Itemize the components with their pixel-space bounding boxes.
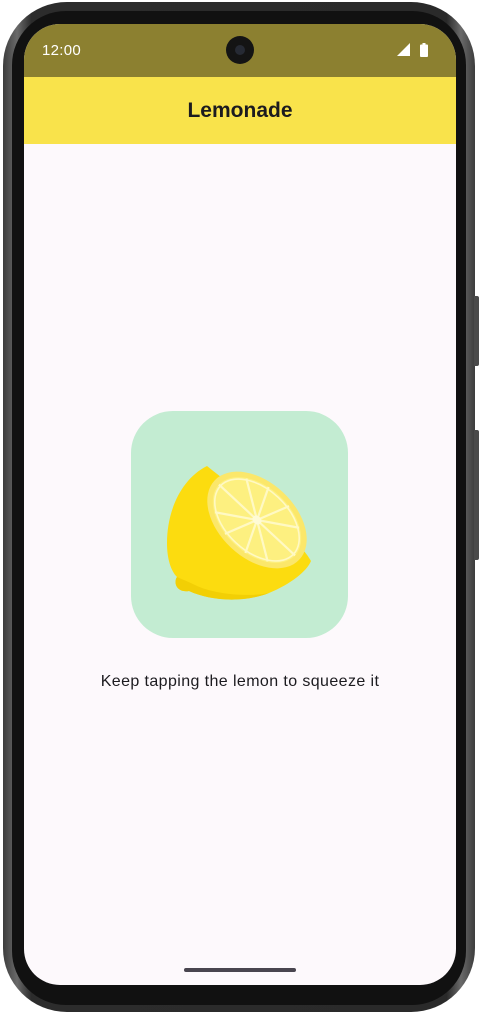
phone-device: 12:00 Lemonade Keep tapping the lemon to… xyxy=(0,0,480,1016)
volume-button xyxy=(474,430,479,560)
instruction-text: Keep tapping the lemon to squeeze it xyxy=(100,673,380,690)
status-time: 12:00 xyxy=(42,42,82,59)
power-button xyxy=(474,296,479,366)
app-title: Lemonade xyxy=(187,98,293,122)
battery-icon xyxy=(420,43,428,57)
front-camera xyxy=(226,36,254,64)
top-app-bar: Lemonade xyxy=(24,77,456,144)
app-screen: 12:00 Lemonade Keep tapping the lemon to… xyxy=(24,24,456,985)
signal-icon xyxy=(397,43,410,56)
lemon-image-button[interactable] xyxy=(131,411,348,638)
gesture-navigation-bar[interactable] xyxy=(184,968,296,972)
status-bar: 12:00 xyxy=(24,24,456,77)
lemon-tree-icon xyxy=(167,466,311,600)
